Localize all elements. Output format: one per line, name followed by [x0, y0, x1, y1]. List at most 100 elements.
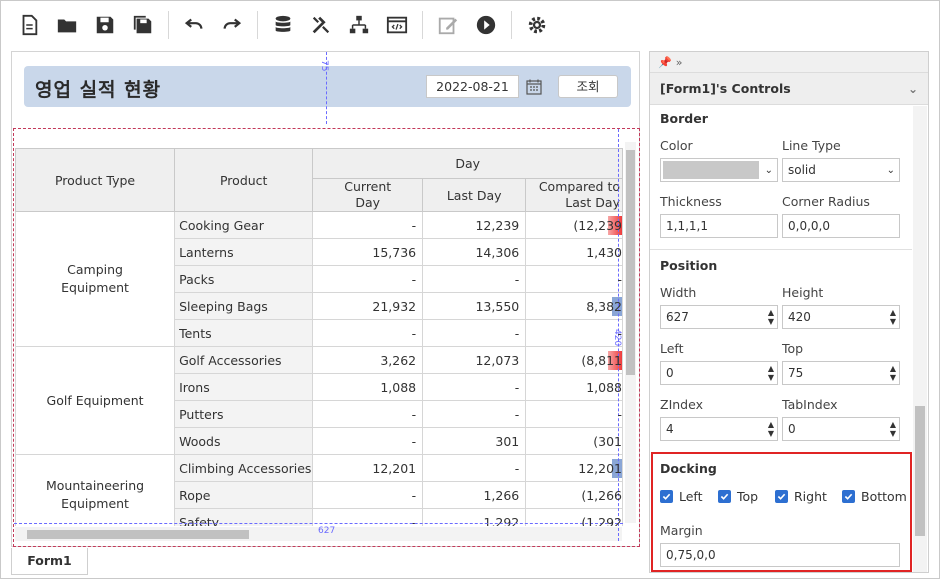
spin-icon[interactable]: ▲ ▼	[768, 308, 774, 326]
dock-top-checkbox[interactable]: Top	[718, 489, 758, 504]
margin-input[interactable]: 0,75,0,0	[660, 543, 900, 567]
border-section-title: Border	[660, 111, 708, 126]
open-folder-icon[interactable]	[54, 12, 80, 38]
date-input[interactable]: 2022-08-21	[426, 75, 519, 98]
tools-icon[interactable]	[308, 12, 334, 38]
new-file-icon[interactable]	[16, 12, 42, 38]
dock-bottom-checkbox[interactable]: Bottom	[842, 489, 907, 504]
last-day-cell: -	[422, 400, 527, 428]
radius-label: Corner Radius	[782, 194, 870, 209]
table-row: Mountaineering Equipment Climbing Accesso…	[15, 454, 623, 526]
data-grid[interactable]: Product Type Product Day Current Day Las…	[15, 148, 623, 526]
height-value: 420	[788, 310, 811, 324]
calendar-icon[interactable]	[524, 75, 544, 98]
current-day-cell: 15,736	[312, 238, 424, 266]
compared-cell: 1,430	[525, 238, 623, 266]
left-label: Left	[660, 341, 684, 356]
color-picker[interactable]: ⌄	[660, 158, 778, 182]
expand-icon[interactable]: »	[676, 56, 683, 69]
current-day-cell: 21,932	[312, 292, 424, 320]
properties-scroll-thumb[interactable]	[915, 406, 925, 536]
compared-value: -	[617, 325, 622, 341]
grid-horizontal-scroll-thumb[interactable]	[27, 530, 249, 539]
thickness-input[interactable]: 1,1,1,1	[660, 214, 778, 238]
code-icon[interactable]	[384, 12, 410, 38]
title-panel: 영업 실적 현황 2022-08-21 조회	[24, 66, 631, 107]
product-cell: Sleeping Bags	[174, 292, 314, 320]
current-day-cell: -	[312, 400, 424, 428]
redo-icon[interactable]	[219, 12, 245, 38]
save-all-icon[interactable]	[130, 12, 156, 38]
radius-input[interactable]: 0,0,0,0	[782, 214, 900, 238]
zindex-stepper[interactable]: 4 ▲ ▼	[660, 417, 778, 441]
thickness-label: Thickness	[660, 194, 722, 209]
compared-value: (8,811	[581, 352, 622, 368]
grid-table: Product Type Product Day Current Day Las…	[15, 148, 623, 526]
grid-vertical-scrollbar[interactable]	[625, 142, 636, 523]
header-compared: Compared to Last Day	[525, 178, 623, 212]
design-canvas[interactable]: 영업 실적 현황 2022-08-21 조회 75 Product Type P…	[11, 51, 640, 547]
edit-icon[interactable]	[435, 12, 461, 38]
compared-cell: 8,382	[525, 292, 623, 320]
position-section-title: Position	[660, 258, 718, 273]
product-cell: Tents	[174, 319, 314, 347]
spin-icon[interactable]: ▲ ▼	[768, 364, 774, 382]
hierarchy-icon[interactable]	[346, 12, 372, 38]
product-cell: Rope	[174, 481, 314, 509]
line-type-select[interactable]: solid ⌄	[782, 158, 900, 182]
undo-icon[interactable]	[181, 12, 207, 38]
product-cell: Cooking Gear	[174, 211, 314, 239]
check-icon	[775, 490, 788, 503]
last-day-cell: -	[422, 319, 527, 347]
properties-title: [Form1]'s Controls	[660, 81, 791, 96]
current-day-cell: -	[312, 265, 424, 293]
query-button[interactable]: 조회	[558, 75, 618, 98]
chevron-down-icon[interactable]: ⌄	[887, 160, 895, 182]
run-icon[interactable]	[473, 12, 499, 38]
compared-cell: 1,088	[525, 373, 623, 401]
page-title: 영업 실적 현황	[35, 79, 162, 101]
header-last-day: Last Day	[422, 178, 527, 212]
chevron-down-icon[interactable]: ⌄	[908, 82, 918, 96]
left-stepper[interactable]: 0 ▲ ▼	[660, 361, 778, 385]
database-icon[interactable]	[270, 12, 296, 38]
gear-icon[interactable]	[524, 12, 550, 38]
chevron-down-icon[interactable]: ⌄	[765, 160, 773, 182]
color-swatch	[663, 161, 759, 179]
compared-value: -	[617, 271, 622, 287]
dock-right-label: Right	[794, 489, 827, 504]
tab-form1[interactable]: Form1	[11, 548, 88, 575]
width-value: 627	[666, 310, 689, 324]
last-day-cell: -	[422, 454, 527, 482]
save-icon[interactable]	[92, 12, 118, 38]
properties-panel: 📌 » [Form1]'s Controls ⌄ Border Color Li…	[649, 51, 929, 573]
top-stepper[interactable]: 75 ▲ ▼	[782, 361, 900, 385]
grid-vertical-scroll-thumb[interactable]	[626, 150, 635, 375]
pin-icon[interactable]: 📌	[658, 56, 672, 69]
properties-header[interactable]: [Form1]'s Controls ⌄	[650, 72, 928, 105]
zindex-label: ZIndex	[660, 397, 703, 412]
properties-scrollbar[interactable]	[913, 106, 927, 572]
grid-selection-box[interactable]: Product Type Product Day Current Day Las…	[13, 128, 640, 547]
compared-cell: (301	[525, 427, 623, 455]
color-label: Color	[660, 138, 693, 153]
tabindex-stepper[interactable]: 0 ▲ ▼	[782, 417, 900, 441]
category-cell: Camping Equipment	[15, 211, 176, 347]
spin-icon[interactable]: ▲ ▼	[890, 420, 896, 438]
dock-top-label: Top	[737, 489, 759, 504]
spin-icon[interactable]: ▲ ▼	[890, 364, 896, 382]
last-day-cell: 14,306	[422, 238, 527, 266]
width-stepper[interactable]: 627 ▲ ▼	[660, 305, 778, 329]
height-stepper[interactable]: 420 ▲ ▼	[782, 305, 900, 329]
current-day-cell: -	[312, 319, 424, 347]
tabindex-label: TabIndex	[782, 397, 838, 412]
dock-right-checkbox[interactable]: Right	[775, 489, 827, 504]
compared-value: (1,266	[581, 487, 622, 503]
category-cell: Golf Equipment	[15, 346, 176, 455]
spin-icon[interactable]: ▲ ▼	[890, 308, 896, 326]
compared-cell: -	[525, 319, 623, 347]
dock-left-checkbox[interactable]: Left	[660, 489, 703, 504]
spin-icon[interactable]: ▲ ▼	[768, 420, 774, 438]
current-day-cell: 12,201	[312, 454, 424, 482]
guide-line-width	[14, 523, 623, 524]
